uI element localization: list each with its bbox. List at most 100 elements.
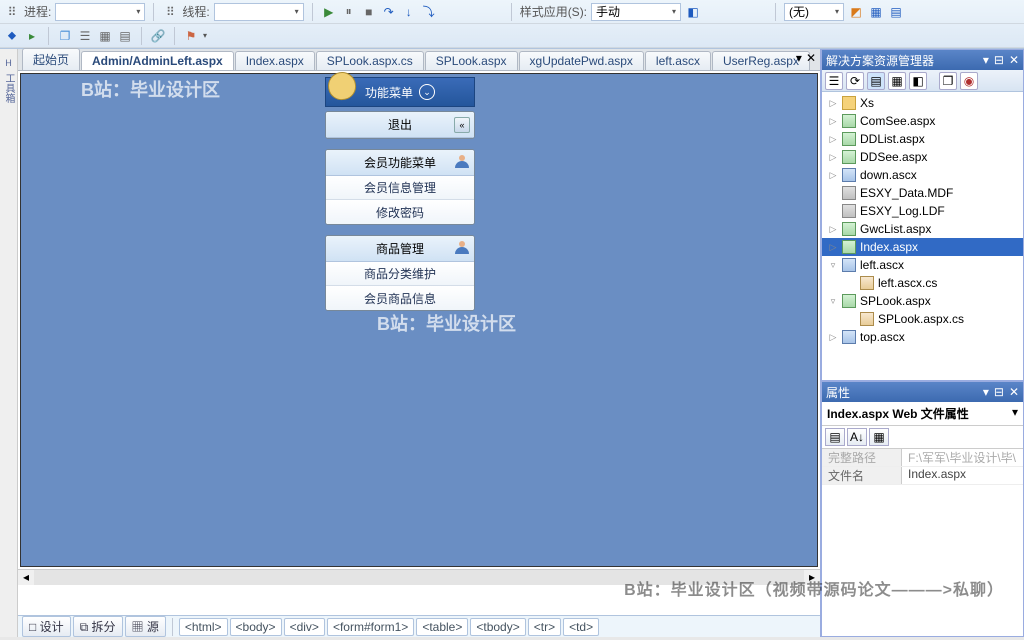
- breadcrumb-item[interactable]: <html>: [179, 618, 228, 636]
- tree-item[interactable]: ▷Index.aspx: [822, 238, 1023, 256]
- step-into-icon[interactable]: ↓: [401, 4, 417, 20]
- play-icon[interactable]: ▶: [321, 4, 337, 20]
- tab-dropdown-icon[interactable]: ▾: [796, 51, 802, 65]
- new-window-icon[interactable]: ❐: [57, 28, 73, 44]
- style-apply-combo[interactable]: 手动▾: [591, 3, 681, 21]
- expander-icon[interactable]: ▷: [828, 98, 838, 108]
- dock-dropdown-icon[interactable]: ▾: [983, 53, 989, 67]
- tree-item[interactable]: ▷DDList.aspx: [822, 130, 1023, 148]
- breadcrumb-item[interactable]: <form#form1>: [327, 618, 414, 636]
- link-icon[interactable]: 🔗: [150, 28, 166, 44]
- step-icon[interactable]: ↷: [381, 4, 397, 20]
- cascade-icon[interactable]: ▤: [117, 28, 133, 44]
- flag-icon[interactable]: ⚑: [183, 28, 199, 44]
- breadcrumb-item[interactable]: <body>: [230, 618, 282, 636]
- tree-item[interactable]: ▷DDSee.aspx: [822, 148, 1023, 166]
- view-icon[interactable]: ◧: [909, 72, 927, 90]
- tree-item[interactable]: SPLook.aspx.cs: [822, 310, 1023, 328]
- document-tab[interactable]: Admin/AdminLeft.aspx: [81, 51, 234, 70]
- nav-back-icon[interactable]: ⬥: [4, 28, 20, 44]
- menu-item-member-info[interactable]: 会员信息管理: [326, 176, 474, 200]
- tree-item[interactable]: ▿left.ascx: [822, 256, 1023, 274]
- menu-expand-icon[interactable]: «: [454, 117, 470, 133]
- design-canvas[interactable]: B站：毕业设计区 B站：毕业设计区 功能菜单 ⌄ 退出 «: [18, 71, 820, 615]
- stop-icon[interactable]: ■: [361, 4, 377, 20]
- style-icon[interactable]: ◧: [685, 4, 701, 20]
- expander-icon[interactable]: [846, 314, 856, 324]
- document-tab[interactable]: left.ascx: [645, 51, 711, 70]
- tree-item[interactable]: ▷top.ascx: [822, 328, 1023, 346]
- menu-member-title[interactable]: 会员功能菜单: [326, 150, 474, 176]
- breadcrumb-item[interactable]: <tbody>: [470, 618, 525, 636]
- breadcrumb-item[interactable]: <tr>: [528, 618, 561, 636]
- document-tab[interactable]: SPLook.aspx.cs: [316, 51, 424, 70]
- properties-icon[interactable]: ☰: [825, 72, 843, 90]
- process-combo[interactable]: ▾: [55, 3, 145, 21]
- toolbox-sidebar[interactable]: H 工具箱: [0, 49, 18, 637]
- target-combo[interactable]: (无)▾: [784, 3, 844, 21]
- view-mode-button[interactable]: ⧉ 拆分: [73, 616, 123, 637]
- expander-icon[interactable]: [828, 188, 838, 198]
- solution-tree[interactable]: ▷Xs▷ComSee.aspx▷DDList.aspx▷DDSee.aspx▷d…: [822, 92, 1023, 380]
- expander-icon[interactable]: [846, 278, 856, 288]
- tree-item[interactable]: left.ascx.cs: [822, 274, 1023, 292]
- view-mode-button[interactable]: ▦ 源: [125, 616, 166, 637]
- document-tab[interactable]: 起始页: [22, 48, 80, 70]
- alpha-sort-icon[interactable]: A↓: [847, 428, 867, 446]
- props-page-icon[interactable]: ▦: [869, 428, 889, 446]
- expander-icon[interactable]: ▷: [828, 152, 838, 162]
- tree-item[interactable]: ▷ComSee.aspx: [822, 112, 1023, 130]
- nest-icon[interactable]: ▦: [888, 72, 906, 90]
- tree-item[interactable]: ▷Xs: [822, 94, 1023, 112]
- view-mode-button[interactable]: □ 设计: [22, 616, 71, 637]
- breadcrumb-item[interactable]: <table>: [416, 618, 468, 636]
- css-icon[interactable]: ◩: [848, 4, 864, 20]
- pin-icon[interactable]: ⊟: [994, 53, 1004, 67]
- properties-grid[interactable]: 完整路径F:\军军\毕业设计\毕\文件名Index.aspx: [822, 449, 1023, 636]
- document-tab[interactable]: Index.aspx: [235, 51, 315, 70]
- menu-product-title[interactable]: 商品管理: [326, 236, 474, 262]
- document-tab[interactable]: xgUpdatePwd.aspx: [519, 51, 644, 70]
- expander-icon[interactable]: ▷: [828, 170, 838, 180]
- tree-item[interactable]: ▿SPLook.aspx: [822, 292, 1023, 310]
- refresh-icon[interactable]: ▤: [867, 72, 885, 90]
- property-row[interactable]: 文件名Index.aspx: [822, 467, 1023, 485]
- expander-icon[interactable]: [828, 206, 838, 216]
- run-icon[interactable]: ▸: [24, 28, 40, 44]
- close-icon[interactable]: ✕: [1009, 385, 1019, 399]
- menu-exit-title[interactable]: 退出 «: [326, 112, 474, 138]
- expander-icon[interactable]: ▿: [828, 260, 838, 270]
- expander-icon[interactable]: ▷: [828, 134, 838, 144]
- document-tab[interactable]: SPLook.aspx: [425, 51, 518, 70]
- pin-icon[interactable]: ⊟: [994, 385, 1004, 399]
- layout-icon-2[interactable]: ▤: [888, 4, 904, 20]
- layout-icon-1[interactable]: ▦: [868, 4, 884, 20]
- expander-icon[interactable]: ▷: [828, 116, 838, 126]
- expander-icon[interactable]: ▷: [828, 224, 838, 234]
- copy-icon[interactable]: ❐: [939, 72, 957, 90]
- show-all-icon[interactable]: ⟳: [846, 72, 864, 90]
- menu-item-change-pwd[interactable]: 修改密码: [326, 200, 474, 224]
- thread-combo[interactable]: ▾: [214, 3, 304, 21]
- expander-icon[interactable]: ▿: [828, 296, 838, 306]
- collapse-icon[interactable]: ⌄: [419, 84, 435, 100]
- breadcrumb-item[interactable]: <div>: [284, 618, 325, 636]
- tree-item[interactable]: ESXY_Data.MDF: [822, 184, 1023, 202]
- tree-item[interactable]: ▷down.ascx: [822, 166, 1023, 184]
- expander-icon[interactable]: ▷: [828, 242, 838, 252]
- property-row[interactable]: 完整路径F:\军军\毕业设计\毕\: [822, 449, 1023, 467]
- dock-dropdown-icon[interactable]: ▾: [983, 385, 989, 399]
- expander-icon[interactable]: ▷: [828, 332, 838, 342]
- menu-item-member-product[interactable]: 会员商品信息: [326, 286, 474, 310]
- asp-icon[interactable]: ◉: [960, 72, 978, 90]
- step-over-icon[interactable]: ⤵: [421, 4, 437, 20]
- categorized-icon[interactable]: ▤: [825, 428, 845, 446]
- breadcrumb-item[interactable]: <td>: [563, 618, 599, 636]
- tab-close-icon[interactable]: ✕: [806, 51, 816, 65]
- tree-item[interactable]: ESXY_Log.LDF: [822, 202, 1023, 220]
- arrange-icon[interactable]: ☰: [77, 28, 93, 44]
- close-icon[interactable]: ✕: [1009, 53, 1019, 67]
- pause-icon[interactable]: ⏸: [341, 4, 357, 20]
- tree-item[interactable]: ▷GwcList.aspx: [822, 220, 1023, 238]
- tile-icon[interactable]: ▦: [97, 28, 113, 44]
